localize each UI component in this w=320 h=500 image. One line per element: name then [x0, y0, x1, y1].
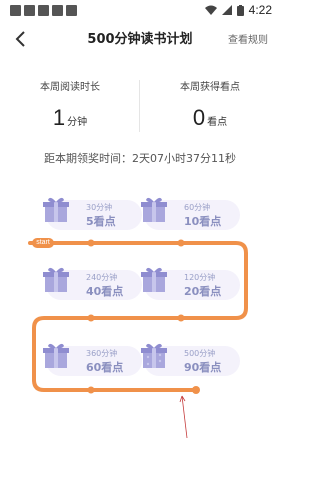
- reward-minutes: 360分钟: [86, 349, 118, 358]
- track-node: [87, 386, 95, 394]
- reward-minutes: 500分钟: [184, 349, 216, 358]
- reward-card-60min[interactable]: 60分钟 10看点: [141, 197, 240, 230]
- gift-box-icon: [43, 343, 69, 368]
- progress-track: [28, 239, 248, 439]
- reward-points: 5看点: [86, 215, 116, 228]
- reward-card-500min[interactable]: 500分钟 90看点: [141, 343, 240, 376]
- gift-box-icon: [141, 267, 167, 292]
- reward-points: 90看点: [184, 361, 222, 374]
- reward-minutes: 30分钟: [86, 203, 113, 212]
- gift-box-icon: [43, 267, 69, 292]
- reward-card-120min[interactable]: 120分钟 20看点: [141, 267, 240, 300]
- reward-card-360min[interactable]: 360分钟 60看点: [43, 343, 142, 376]
- reward-points: 40看点: [86, 285, 124, 298]
- track-node: [177, 239, 185, 247]
- reward-minutes: 120分钟: [184, 273, 216, 282]
- reward-card-30min[interactable]: 30分钟 5看点: [43, 197, 142, 230]
- track-end-node: [192, 386, 200, 394]
- reward-points: 60看点: [86, 361, 124, 374]
- reward-card-240min[interactable]: 240分钟 40看点: [43, 267, 142, 300]
- reward-minutes: 240分钟: [86, 273, 118, 282]
- track-node: [177, 314, 185, 322]
- reward-minutes: 60分钟: [184, 203, 211, 212]
- reward-points: 20看点: [184, 285, 222, 298]
- gift-box-icon: [141, 197, 167, 222]
- track-node: [87, 314, 95, 322]
- reward-points: 10看点: [184, 215, 222, 228]
- start-badge: start: [32, 238, 54, 248]
- gift-box-icon: [141, 343, 167, 368]
- track-node: [87, 239, 95, 247]
- gift-box-icon: [43, 197, 69, 222]
- annotation-arrow: [181, 395, 188, 439]
